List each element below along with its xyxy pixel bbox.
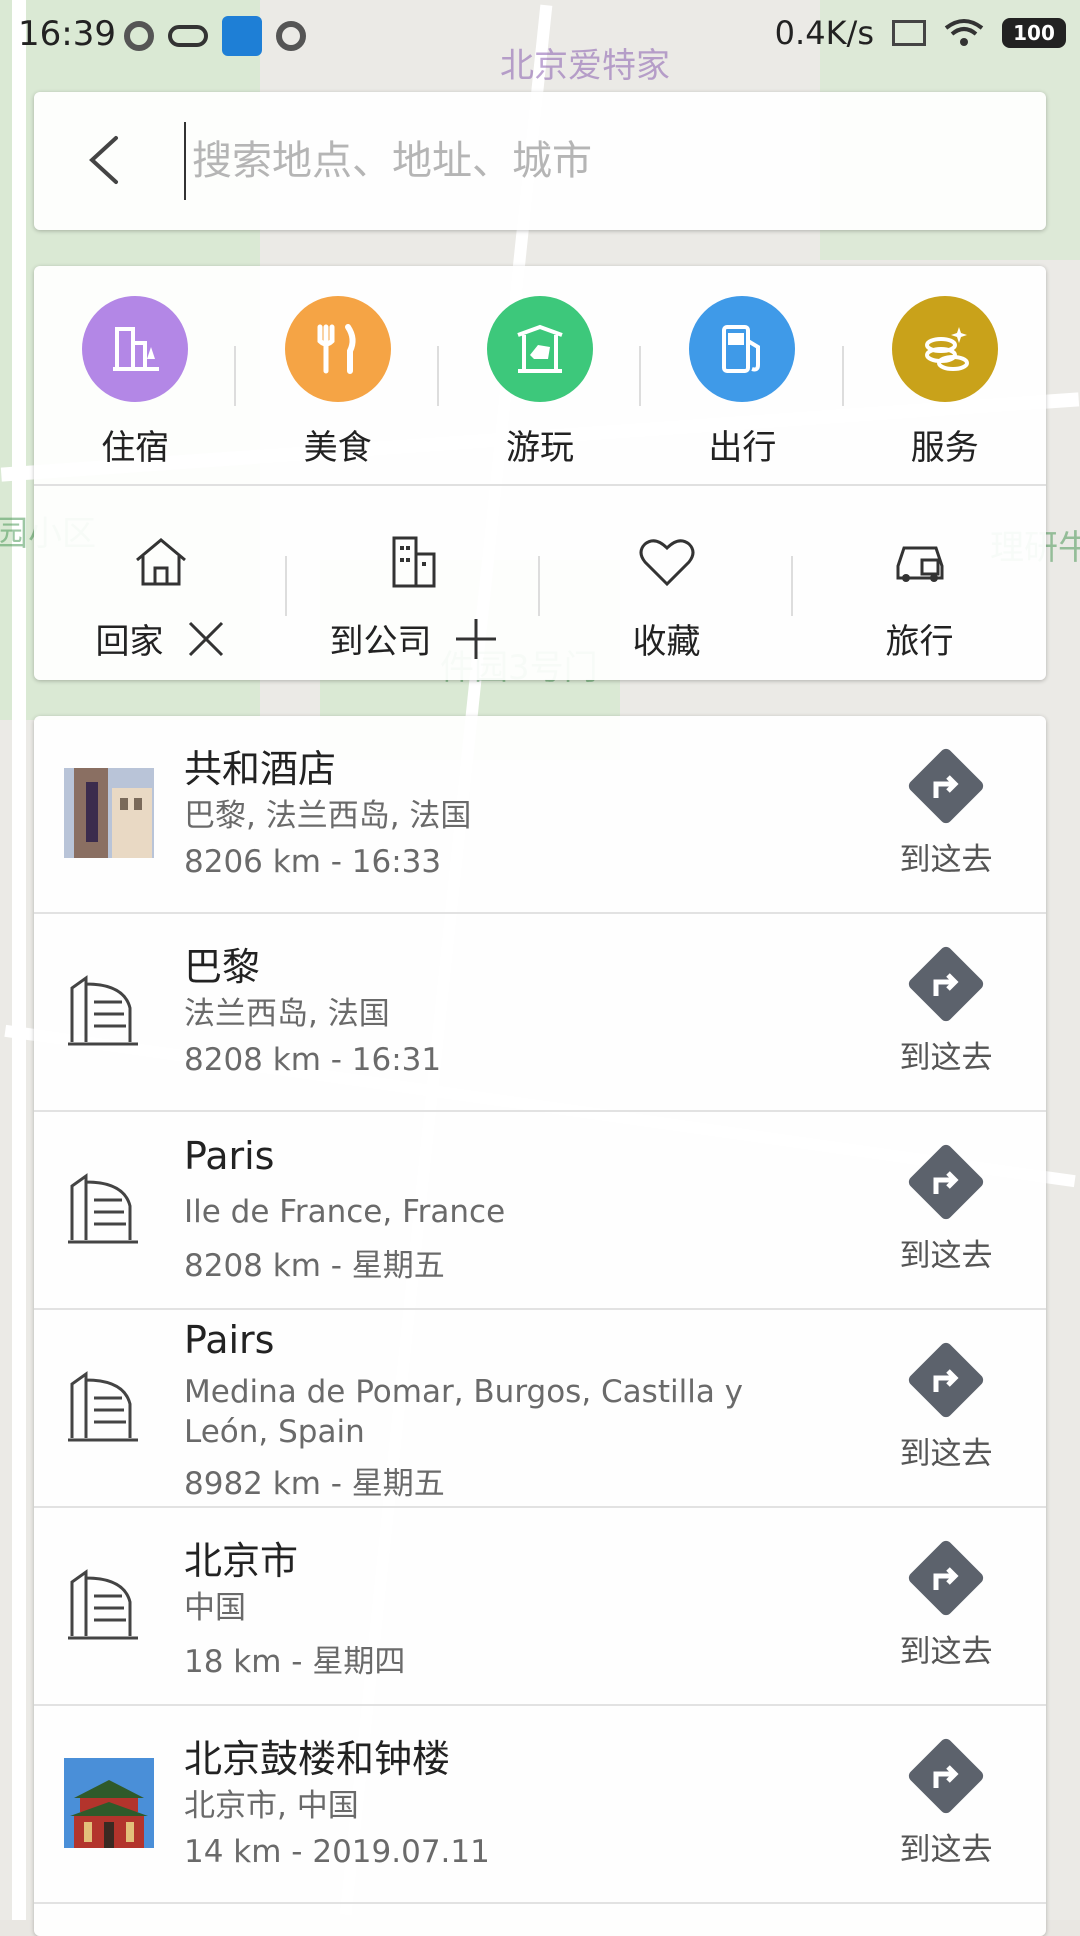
shortcut-office[interactable]: 到公司 [287,486,540,680]
navigate-label: 到这去 [899,1436,993,1472]
building-icon [68,975,138,1046]
navigate-button[interactable]: 到这去 [886,1536,1006,1671]
list-item[interactable]: Paris Ile de France, France 8208 km - 星期… [34,1112,1046,1310]
result-distance-time: 8208 km - 星期五 [184,1248,445,1284]
category-label: 游玩 [505,428,574,468]
close-icon[interactable] [186,619,226,659]
add-icon[interactable] [454,617,498,661]
result-title: 巴黎 [184,945,261,989]
navigate-label: 到这去 [899,842,993,878]
result-title: Pairs [184,1318,275,1362]
map-road [12,0,26,1920]
list-item[interactable]: 北京市 中国 18 km - 星期四 到这去 [34,1508,1046,1706]
record-icon [276,21,306,51]
result-address: 北京市, 中国 [184,1788,359,1824]
navigate-label: 到这去 [899,1634,993,1670]
category-label: 美食 [303,428,372,468]
quick-access-panel: 住宿 美食 游玩 出行 服务 回家 到公司 收藏 旅行 [34,266,1046,680]
result-distance-time: 8206 km - 16:33 [184,844,442,880]
navigate-label: 到这去 [899,1040,993,1076]
result-distance-time: 8208 km - 16:31 [184,1042,442,1078]
wifi-icon [944,19,984,46]
turn-right-icon [906,1736,986,1816]
navigate-button[interactable]: 到这去 [886,1140,1006,1275]
status-time: 16:39 [18,14,116,54]
home-icon [135,538,186,586]
carousel-icon [486,296,593,402]
turn-right-icon [906,746,986,826]
category-service[interactable]: 服务 [844,266,1046,484]
result-address: Ile de France, France [184,1194,506,1230]
heart-icon [639,539,694,587]
building-icon [68,1173,138,1244]
shortcut-home[interactable]: 回家 [34,486,287,680]
shortcut-favorites[interactable]: 收藏 [540,486,793,680]
coins-icon [891,296,998,402]
navigate-button[interactable]: 到这去 [886,1338,1006,1473]
result-address: 法兰西岛, 法国 [184,996,390,1032]
result-address: 中国 [184,1590,246,1626]
result-title: 北京鼓楼和钟楼 [184,1737,451,1781]
shortcut-label: 旅行 [885,622,954,662]
battery-icon: 100 [1002,18,1066,48]
status-notification-icons [124,16,306,56]
shortcut-label: 回家 [95,622,164,662]
status-bar: 16:39 0.4K/s 100 [0,0,1080,72]
office-icon [392,536,435,588]
result-title: 北京市 [184,1539,299,1583]
search-input[interactable] [184,122,1014,200]
turn-right-icon [906,1340,986,1420]
car-icon [896,546,943,582]
hotel-icon [82,296,189,402]
category-transport[interactable]: 出行 [641,266,844,484]
result-address: 巴黎, 法兰西岛, 法国 [184,798,472,834]
result-title: Paris [184,1134,275,1178]
result-distance-time: 14 km - 2019.07.11 [184,1834,490,1870]
list-item[interactable]: 巴黎 法兰西岛, 法国 8208 km - 16:31 到这去 [34,914,1046,1112]
drum-tower-photo [64,1758,154,1848]
turn-right-icon [906,944,986,1024]
list-item[interactable]: 共和酒店 巴黎, 法兰西岛, 法国 8206 km - 16:33 到这去 [34,716,1046,914]
cloud-icon [168,25,208,47]
shortcut-label: 到公司 [329,622,432,662]
category-label: 服务 [910,428,979,468]
result-title: 共和酒店 [184,747,337,791]
shortcut-label: 收藏 [632,622,701,662]
shortcut-row: 回家 到公司 收藏 旅行 [34,486,1046,680]
navigate-button[interactable]: 到这去 [886,942,1006,1077]
status-right-icons: 0.4K/s 100 [775,14,1066,52]
navigate-label: 到这去 [899,1238,993,1274]
result-distance-time: 8982 km - 星期五 [184,1466,445,1502]
shortcut-travel[interactable]: 旅行 [793,486,1046,680]
turn-right-icon [906,1538,986,1618]
category-play[interactable]: 游玩 [439,266,642,484]
app-notification-icon [222,16,262,56]
navigate-button[interactable]: 到这去 [886,1734,1006,1869]
record-icon [124,21,154,51]
building-icon [68,1569,138,1640]
category-food[interactable]: 美食 [236,266,439,484]
turn-right-icon [906,1142,986,1222]
category-row: 住宿 美食 游玩 出行 服务 [34,266,1046,484]
category-label: 出行 [708,428,777,468]
result-address: Medina de Pomar, Burgos, Castilla y León… [184,1374,744,1450]
back-arrow-icon[interactable] [76,130,136,190]
list-item[interactable]: Pairs Medina de Pomar, Burgos, Castilla … [34,1310,1046,1508]
sim-off-icon [892,20,926,46]
result-distance-time: 18 km - 星期四 [184,1644,406,1680]
navigate-label: 到这去 [899,1832,993,1868]
category-label: 住宿 [101,428,170,468]
search-history-list: 共和酒店 巴黎, 法兰西岛, 法国 8206 km - 16:33 到这去 巴黎… [34,716,1046,1936]
navigate-button[interactable]: 到这去 [886,744,1006,879]
hotel-photo [64,768,154,858]
network-speed: 0.4K/s [774,14,874,52]
category-hotel[interactable]: 住宿 [34,266,237,484]
fuel-icon [689,296,796,402]
search-bar [34,92,1046,230]
food-icon [284,296,391,402]
building-icon [68,1371,138,1442]
list-item[interactable]: 北京鼓楼和钟楼 北京市, 中国 14 km - 2019.07.11 到这去 [34,1706,1046,1904]
